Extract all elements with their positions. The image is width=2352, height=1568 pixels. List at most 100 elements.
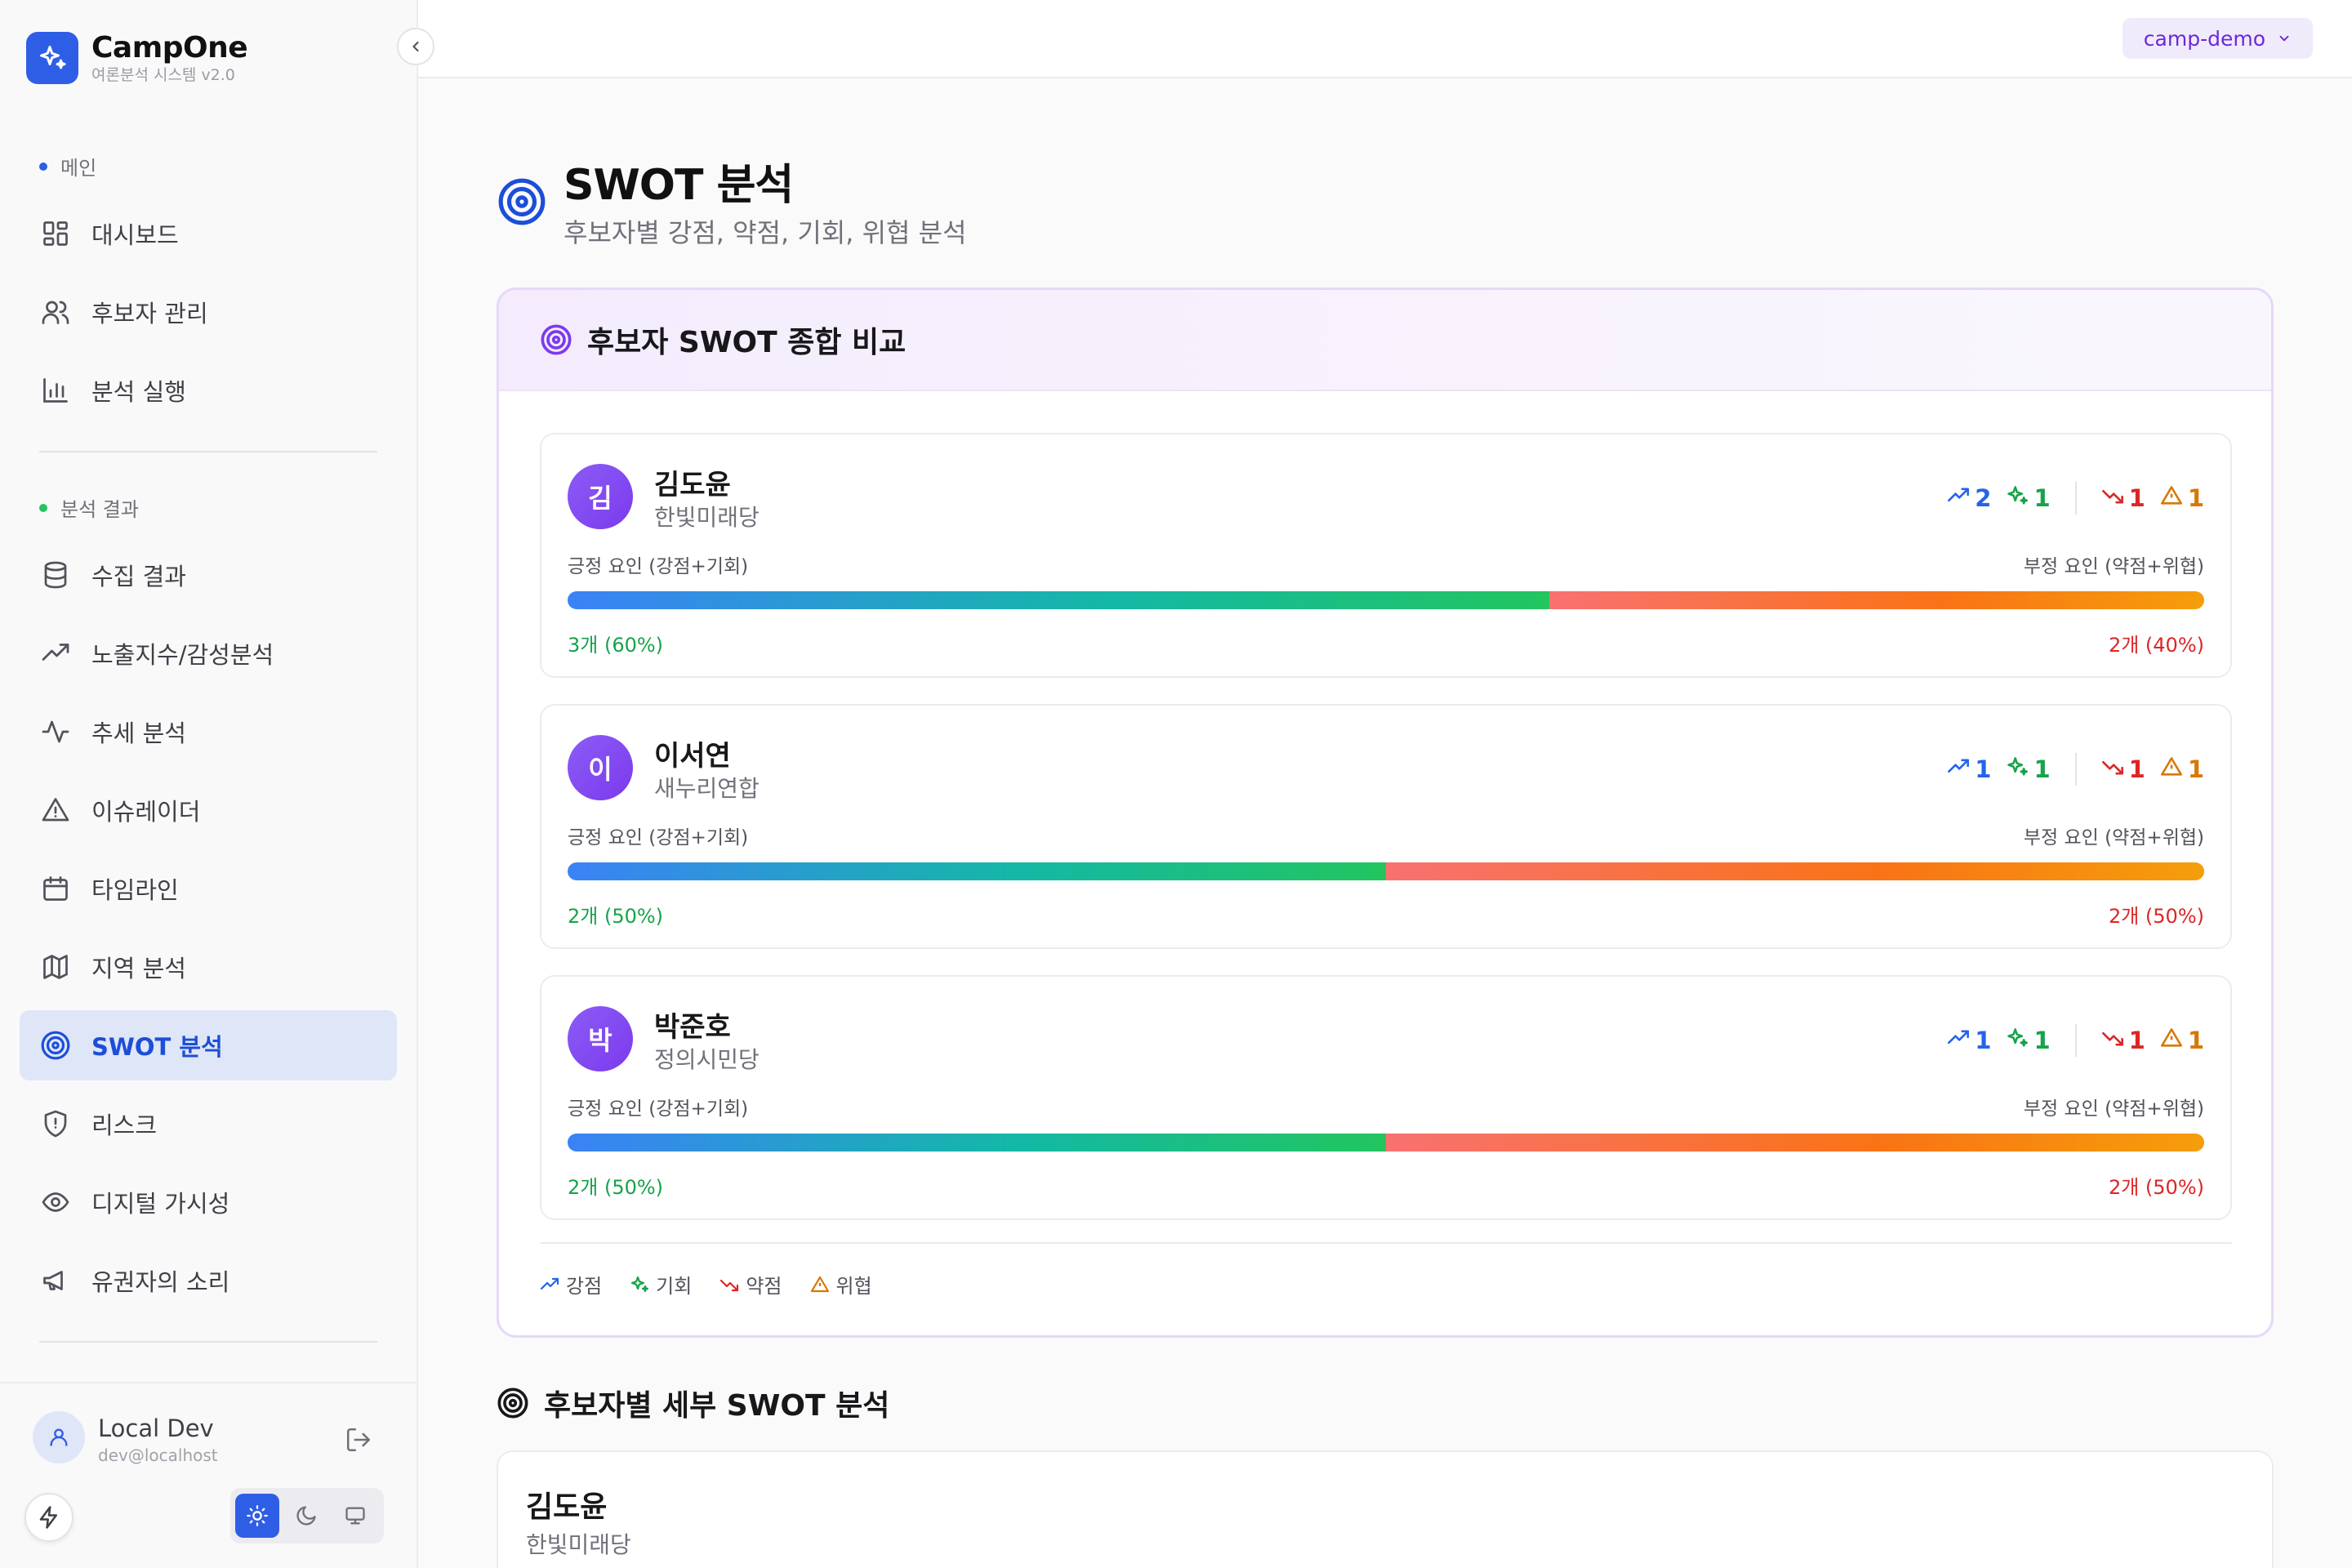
weakness-count: 1 bbox=[2101, 755, 2145, 784]
calendar-icon bbox=[39, 872, 72, 905]
theme-light-button[interactable] bbox=[235, 1494, 279, 1538]
weakness-count: 1 bbox=[2101, 1027, 2145, 1055]
alert-triangle-icon bbox=[2160, 755, 2183, 784]
sidebar-item-label: 분석 실행 bbox=[91, 378, 186, 406]
detail-section-title: 후보자별 세부 SWOT 분석 bbox=[544, 1389, 890, 1423]
logout-button[interactable] bbox=[345, 1426, 372, 1457]
comparison-header: 후보자 SWOT 종합 비교 bbox=[499, 290, 2271, 391]
sparkles-icon bbox=[2006, 484, 2029, 513]
divider bbox=[2074, 1024, 2077, 1057]
opportunity-count: 1 bbox=[2006, 484, 2051, 513]
nav-section-results: 분석 결과 bbox=[39, 493, 139, 522]
trending-up-icon bbox=[1947, 755, 1970, 784]
nav-divider bbox=[39, 451, 377, 452]
positive-label: 긍정 요인 (강점+기회) bbox=[568, 827, 749, 849]
sparkles-icon bbox=[26, 32, 78, 84]
opportunity-count: 1 bbox=[2006, 755, 2051, 784]
collapse-sidebar-button[interactable] bbox=[397, 28, 434, 65]
sentiment-bar bbox=[568, 591, 2204, 609]
trending-up-icon bbox=[1947, 484, 1970, 513]
detail-section-header: 후보자별 세부 SWOT 분석 bbox=[497, 1382, 889, 1424]
sidebar-item-issue-radar[interactable]: 이슈레이더 bbox=[20, 775, 397, 845]
sidebar-item-swot[interactable]: SWOT 분석 bbox=[20, 1010, 397, 1080]
positive-segment bbox=[568, 862, 1386, 880]
sun-icon bbox=[247, 1505, 268, 1526]
sidebar-item-label: 수집 결과 bbox=[91, 563, 186, 590]
grid-icon bbox=[39, 217, 72, 250]
target-icon bbox=[541, 324, 572, 355]
chevron-down-icon bbox=[2279, 35, 2289, 42]
sentiment-bar bbox=[568, 1134, 2204, 1152]
negative-percent: 2개 (50%) bbox=[2108, 1176, 2204, 1199]
sidebar-item-voter-voice[interactable]: 유권자의 소리 bbox=[20, 1245, 397, 1316]
sidebar-item-candidates[interactable]: 후보자 관리 bbox=[20, 277, 397, 347]
monitor-icon bbox=[345, 1507, 365, 1525]
negative-segment bbox=[1386, 862, 2204, 880]
legend: 강점 기회 약점 위협 bbox=[540, 1270, 900, 1298]
target-icon bbox=[498, 178, 546, 225]
candidate-avatar: 박 bbox=[568, 1006, 633, 1071]
legend-strength: 강점 bbox=[540, 1270, 602, 1298]
alert-triangle-icon bbox=[810, 1276, 829, 1292]
sidebar: CampOne 여론분석 시스템 v2.0 메인 대시보드 후보자 관리 분석 … bbox=[0, 0, 434, 1568]
candidate-name: 김도윤 bbox=[526, 1490, 608, 1524]
sidebar-item-risk[interactable]: 리스크 bbox=[20, 1089, 397, 1159]
theme-system-button[interactable] bbox=[333, 1494, 377, 1538]
project-name: camp-demo bbox=[2143, 26, 2265, 51]
sidebar-item-label: 유권자의 소리 bbox=[91, 1268, 230, 1296]
topbar: camp-demo bbox=[418, 0, 2352, 78]
sidebar-item-label: 리스크 bbox=[91, 1111, 158, 1139]
megaphone-icon bbox=[39, 1264, 72, 1297]
sidebar-item-sentiment[interactable]: 노출지수/감성분석 bbox=[20, 618, 397, 688]
sidebar-footer: Local Dev dev@localhost bbox=[0, 1382, 416, 1568]
trending-up-icon bbox=[39, 637, 72, 670]
sidebar-item-region[interactable]: 지역 분석 bbox=[20, 932, 397, 1002]
sidebar-item-label: 디지털 가시성 bbox=[91, 1190, 230, 1218]
brand[interactable]: CampOne 여론분석 시스템 v2.0 bbox=[26, 31, 248, 85]
theme-dark-button[interactable] bbox=[284, 1494, 328, 1538]
avatar[interactable] bbox=[33, 1411, 85, 1463]
negative-label: 부정 요인 (약점+위협) bbox=[2023, 1098, 2204, 1120]
candidate-party: 정의시민당 bbox=[654, 1046, 760, 1073]
sidebar-item-trend[interactable]: 추세 분석 bbox=[20, 697, 397, 767]
map-icon bbox=[39, 951, 72, 983]
target-icon bbox=[497, 1388, 528, 1419]
target-icon bbox=[39, 1029, 72, 1062]
page-subtitle: 후보자별 강점, 약점, 기회, 위협 분석 bbox=[564, 217, 967, 248]
database-icon bbox=[39, 559, 72, 591]
candidate-name: 이서연 bbox=[654, 740, 731, 773]
trending-down-icon bbox=[720, 1279, 739, 1291]
quick-action-button[interactable] bbox=[24, 1493, 74, 1542]
user-name: Local Dev bbox=[98, 1414, 214, 1442]
strength-count: 1 bbox=[1947, 1027, 1991, 1055]
candidate-card[interactable]: 김 김도윤 한빛미래당 2 1 1 1 긍정 요인 (강점+기회) 부정 요인 (약점+위협) 3… bbox=[540, 433, 2232, 678]
threat-count: 1 bbox=[2160, 1027, 2204, 1055]
candidate-party: 한빛미래당 bbox=[654, 504, 760, 531]
positive-percent: 2개 (50%) bbox=[568, 905, 664, 928]
nav-section-main: 메인 bbox=[39, 152, 96, 180]
sparkles-icon bbox=[2006, 755, 2029, 784]
sidebar-item-timeline[interactable]: 타임라인 bbox=[20, 853, 397, 924]
candidate-card[interactable]: 이 이서연 새누리연합 1 1 1 1 긍정 요인 (강점+기회) 부정 요인 (약점+위협) 2… bbox=[540, 704, 2232, 949]
project-selector[interactable]: camp-demo bbox=[2122, 18, 2313, 59]
negative-segment bbox=[1386, 1134, 2204, 1152]
divider bbox=[2074, 482, 2077, 514]
sidebar-item-dashboard[interactable]: 대시보드 bbox=[20, 198, 397, 269]
sparkles-icon bbox=[2006, 1027, 2029, 1055]
sidebar-item-collection[interactable]: 수집 결과 bbox=[20, 540, 397, 610]
sidebar-item-run-analysis[interactable]: 분석 실행 bbox=[20, 355, 397, 425]
sidebar-item-label: 대시보드 bbox=[91, 221, 179, 249]
sidebar-item-label: 후보자 관리 bbox=[91, 300, 208, 327]
comparison-title: 후보자 SWOT 종합 비교 bbox=[587, 326, 906, 359]
sidebar-item-label: SWOT 분석 bbox=[91, 1033, 223, 1061]
candidate-avatar: 김 bbox=[568, 464, 633, 529]
sidebar-item-digital-visibility[interactable]: 디지털 가시성 bbox=[20, 1167, 397, 1237]
nav-divider bbox=[39, 1341, 377, 1343]
sparkles-icon bbox=[631, 1276, 649, 1292]
divider bbox=[2074, 753, 2077, 786]
candidate-card[interactable]: 박 박준호 정의시민당 1 1 1 1 긍정 요인 (강점+기회) 부정 요인 (약점+위협) 2… bbox=[540, 975, 2232, 1220]
threat-count: 1 bbox=[2160, 484, 2204, 513]
positive-label: 긍정 요인 (강점+기회) bbox=[568, 1098, 749, 1120]
swot-counts: 2111 bbox=[1932, 482, 2204, 514]
candidate-party: 새누리연합 bbox=[654, 775, 760, 802]
